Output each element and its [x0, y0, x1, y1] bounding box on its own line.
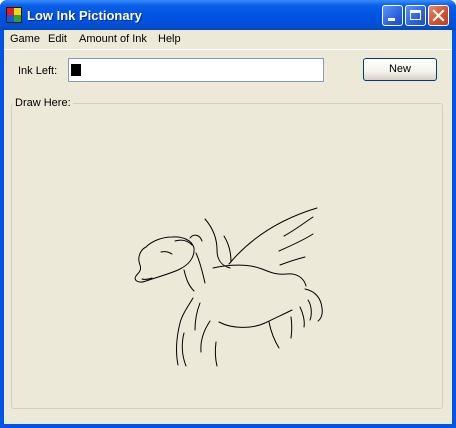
menu-game[interactable]: Game — [8, 33, 42, 45]
ink-left-progress-bar — [68, 58, 324, 82]
pegasus-sketch — [134, 207, 323, 367]
menu-bar: Game Edit Amount of Ink Help — [4, 30, 452, 50]
minimize-icon — [388, 18, 395, 21]
ink-left-label: Ink Left: — [18, 65, 58, 77]
app-icon — [6, 7, 22, 23]
menu-help[interactable]: Help — [156, 33, 183, 45]
drawing-canvas[interactable] — [12, 110, 442, 408]
menu-amount-of-ink[interactable]: Amount of Ink — [77, 33, 149, 45]
close-button[interactable] — [428, 5, 449, 26]
window-title: Low Ink Pictionary — [27, 8, 142, 23]
menu-edit[interactable]: Edit — [46, 33, 69, 45]
minimize-button[interactable] — [382, 5, 403, 26]
app-window: Low Ink Pictionary Game Edit Amount of I… — [0, 0, 456, 428]
client-area: Game Edit Amount of Ink Help Ink Left: N… — [4, 30, 452, 424]
maximize-icon — [410, 10, 421, 20]
ink-level-fill — [71, 64, 81, 76]
title-bar[interactable]: Low Ink Pictionary — [0, 0, 456, 30]
close-icon — [432, 9, 445, 22]
draw-here-label: Draw Here: — [13, 97, 73, 109]
new-button[interactable]: New — [363, 58, 437, 81]
maximize-button[interactable] — [405, 5, 426, 26]
